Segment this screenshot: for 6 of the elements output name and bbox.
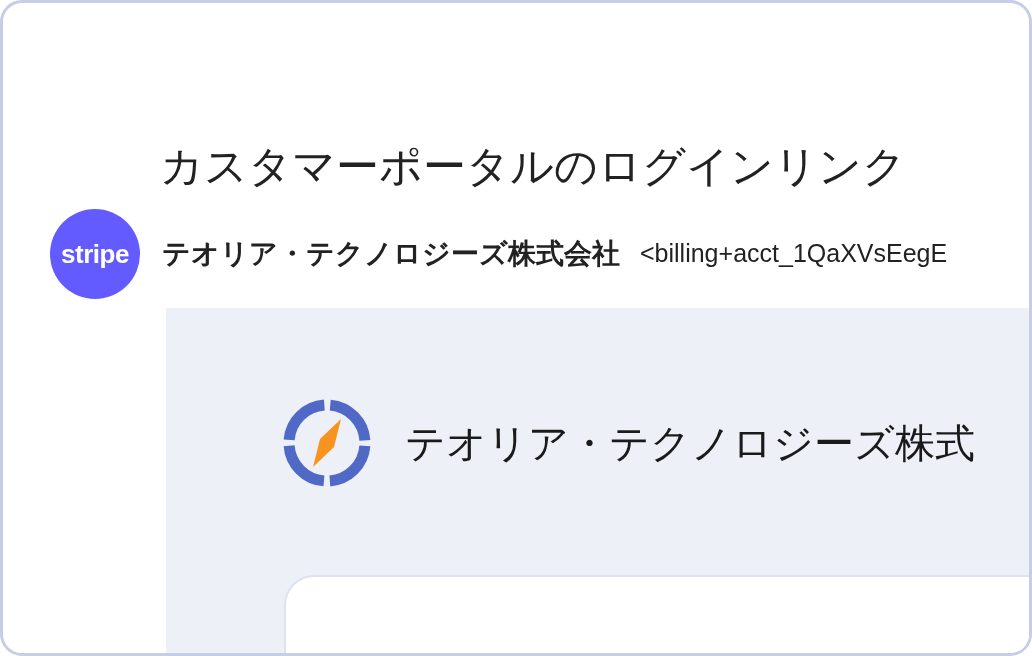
sender-address: <billing+acct_1QaXVsEegE [640,238,948,270]
brand-name: テオリア・テクノロジーズ株式 [405,420,975,467]
sender-name: テオリア・テクノロジーズ株式会社 [162,237,620,271]
sender-avatar: stripe [50,209,140,299]
email-subject: カスタマーポータルのログインリンク [160,141,907,192]
compass-logo-icon [283,399,371,487]
